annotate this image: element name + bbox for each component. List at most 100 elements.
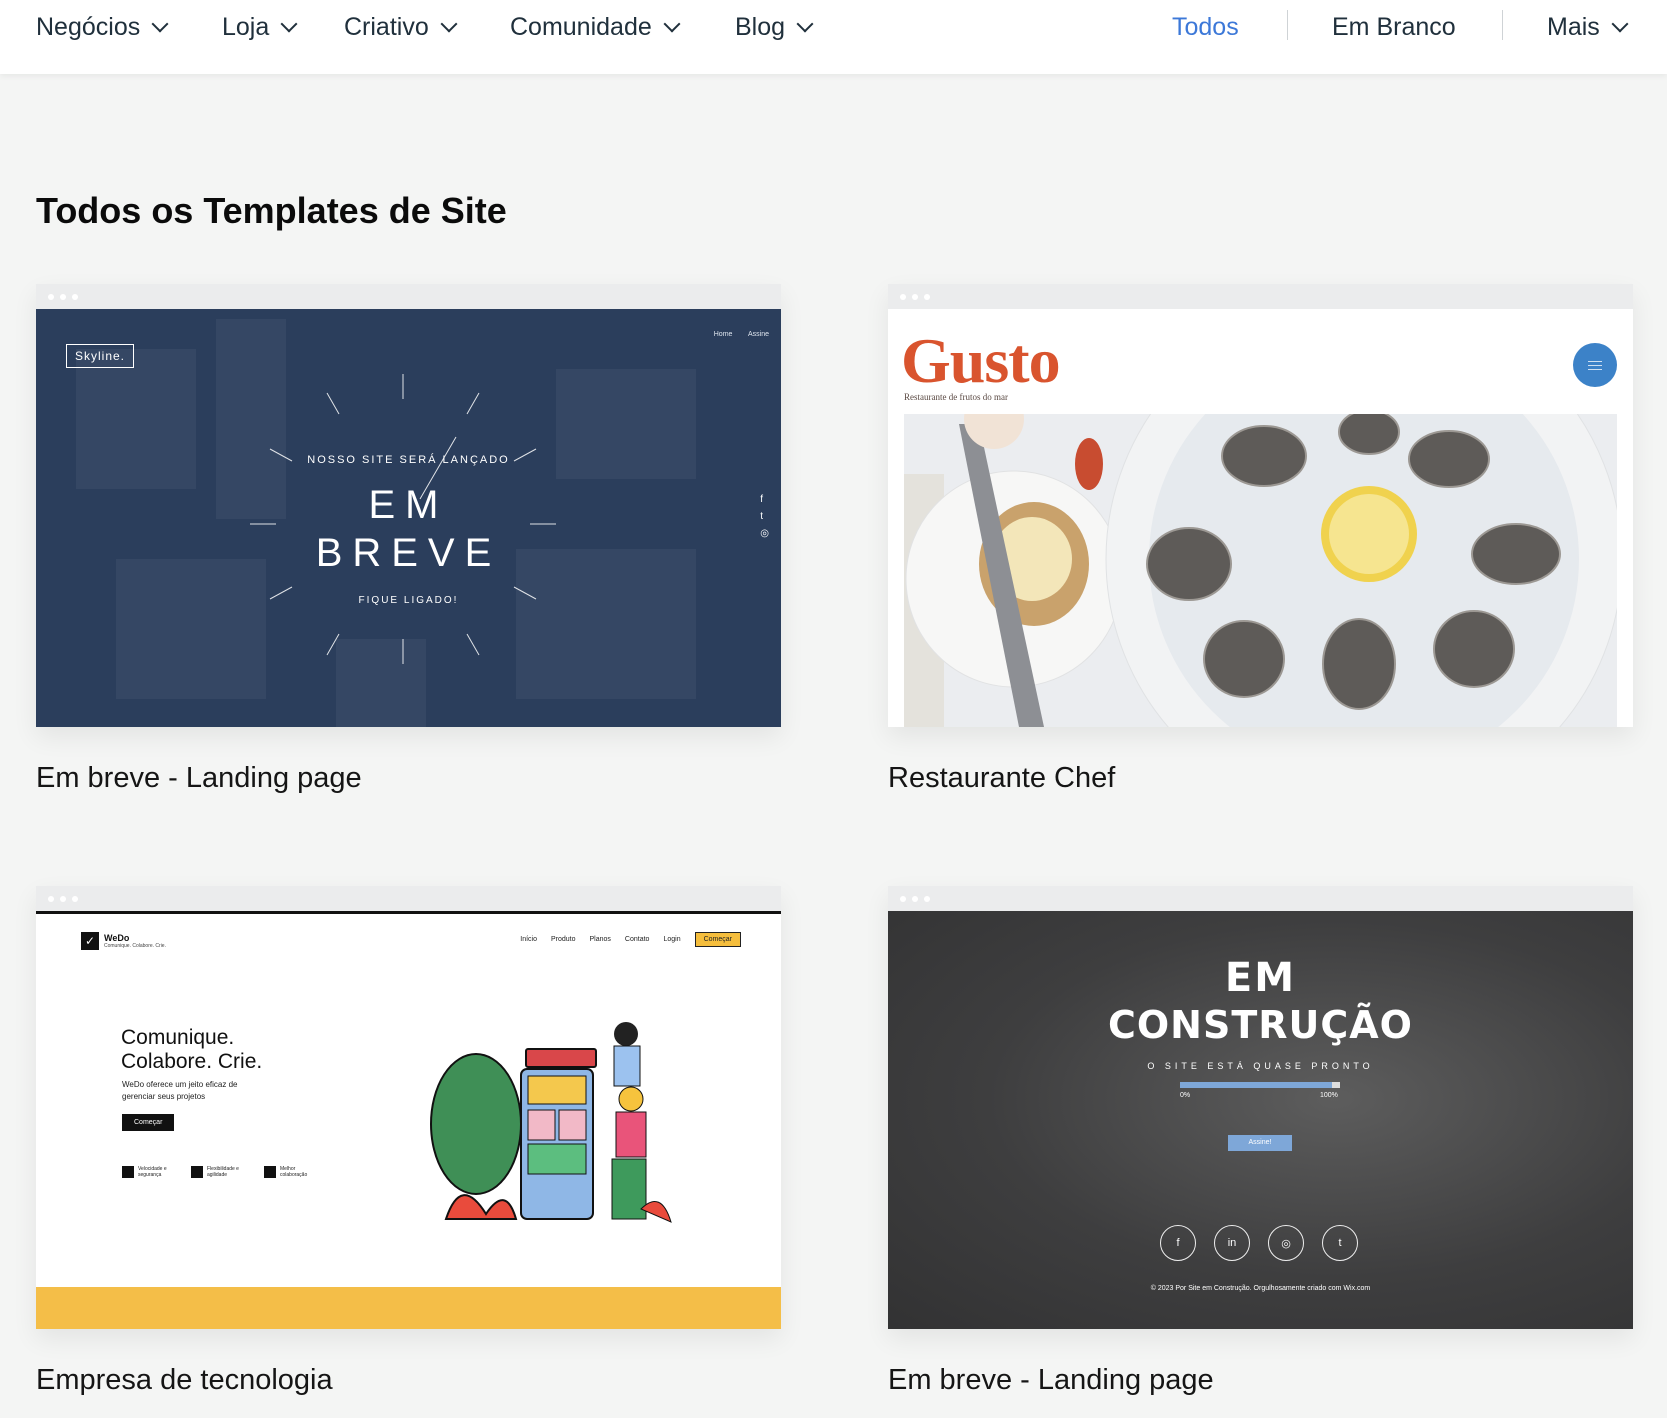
headline-line: EM <box>368 483 449 527</box>
nav-loja[interactable]: Loja <box>222 10 298 44</box>
chevron-down-icon <box>151 15 169 33</box>
preview-tagline: FIQUE LIGADO! <box>358 595 459 606</box>
window-dot <box>60 896 66 902</box>
feature-label: Flexibilidade e agilidade <box>207 1166 239 1178</box>
chevron-down-icon <box>1611 15 1629 33</box>
browser-bar <box>36 284 781 309</box>
twitter-icon: t <box>1322 1225 1358 1261</box>
window-dot <box>900 294 906 300</box>
template-thumbnail[interactable]: ✓ WeDo Comunique. Colabore. Crie. Início… <box>36 886 781 1329</box>
browser-bar <box>36 886 781 911</box>
instagram-icon: ◎ <box>1268 1225 1304 1261</box>
filter-em-branco[interactable]: Em Branco <box>1332 10 1456 44</box>
preview-screen: Gusto Restaurante de frutos do mar <box>888 309 1633 727</box>
chevron-down-icon <box>440 15 458 33</box>
window-dot <box>72 294 78 300</box>
template-card[interactable]: ✓ WeDo Comunique. Colabore. Crie. Início… <box>36 886 781 1396</box>
preview-cta: Começar <box>694 932 741 947</box>
preview-social: f t ◎ <box>760 494 769 539</box>
preview-paragraph: WeDo oferece um jeito eficaz de gerencia… <box>122 1080 238 1101</box>
nav-mais[interactable]: Mais <box>1547 10 1629 44</box>
nav-blog[interactable]: Blog <box>735 10 814 44</box>
collab-icon <box>264 1166 276 1178</box>
template-card[interactable]: Gusto Restaurante de frutos do mar Resta… <box>888 284 1633 794</box>
window-dot <box>912 896 918 902</box>
preview-logo: Skyline. <box>66 344 135 368</box>
nav-divider <box>1287 10 1288 40</box>
nav-negocios[interactable]: Negócios <box>36 10 169 44</box>
square-icon <box>191 1166 203 1178</box>
feature-label: Velocidade e segurança <box>138 1166 167 1178</box>
preview-feature: Flexibilidade e agilidade <box>191 1166 247 1178</box>
window-dot <box>60 294 66 300</box>
preview-subtitle: NOSSO SITE SERÁ LANÇADO <box>307 454 510 466</box>
preview-screen: EM CONSTRUÇÃO O SITE ESTÁ QUASE PRONTO 0… <box>888 911 1633 1329</box>
browser-bar <box>888 886 1633 911</box>
preview-nav-item: Início <box>520 936 537 943</box>
template-thumbnail[interactable]: EM CONSTRUÇÃO O SITE ESTÁ QUASE PRONTO 0… <box>888 886 1633 1329</box>
nav-label: Mais <box>1547 12 1600 41</box>
lock-icon <box>122 1166 134 1178</box>
preview-nav-item: Planos <box>589 936 611 943</box>
facebook-icon: f <box>760 494 764 505</box>
nav-divider <box>1502 10 1503 40</box>
oysters-illustration <box>904 414 1617 727</box>
template-title[interactable]: Em breve - Landing page <box>888 1364 1214 1397</box>
nav-comunidade[interactable]: Comunidade <box>510 10 681 44</box>
top-nav: Negócios Loja Criativo Comunidade Blog T… <box>0 0 1667 74</box>
preview-nav-item: Login <box>663 936 681 943</box>
nav-label: Loja <box>222 12 270 41</box>
headline-line: BREVE <box>315 531 502 575</box>
progress-fill <box>1180 1082 1332 1088</box>
browser-bar <box>888 284 1633 309</box>
filter-label: Em Branco <box>1332 12 1456 41</box>
preview-nav-item: Produto <box>550 936 576 943</box>
preview-headline: CONSTRUÇÃO <box>1107 1003 1413 1047</box>
food-photo <box>904 414 1617 727</box>
filter-label: Todos <box>1172 12 1239 41</box>
team-illustration <box>430 1022 672 1223</box>
preview-nav-item: Contato <box>624 936 650 943</box>
preview-nav: Início Produto Planos Contato Login Come… <box>520 932 741 947</box>
progress-bar <box>1180 1082 1340 1088</box>
template-title[interactable]: Em breve - Landing page <box>36 762 362 795</box>
headline-line: Colabore. Crie. <box>121 1050 263 1073</box>
preview-logo: Gusto <box>901 325 1061 396</box>
nav-criativo[interactable]: Criativo <box>344 10 458 44</box>
preview-button: Começar <box>122 1114 175 1131</box>
menu-icon <box>1573 343 1617 387</box>
preview-screen: ✓ WeDo Comunique. Colabore. Crie. Início… <box>36 911 781 1329</box>
preview-logo: ✓ WeDo Comunique. Colabore. Crie. <box>81 932 166 950</box>
template-card[interactable]: EM CONSTRUÇÃO O SITE ESTÁ QUASE PRONTO 0… <box>888 886 1633 1396</box>
template-thumbnail[interactable]: Gusto Restaurante de frutos do mar <box>888 284 1633 727</box>
preview-brand-tagline: Comunique. Colabore. Crie. <box>104 943 166 949</box>
progress-min-label: 0% <box>1180 1092 1191 1099</box>
preview-footer: © 2023 Por Site em Construção. Orgulhosa… <box>1150 1285 1371 1292</box>
template-card[interactable]: Skyline. Home Assine NOSSO SITE SERÁ LAN… <box>36 284 781 794</box>
template-title[interactable]: Restaurante Chef <box>888 762 1115 795</box>
preview-subscribe-button: Assine! <box>1228 1135 1292 1151</box>
preview-nav: Home Assine <box>713 331 769 338</box>
template-title[interactable]: Empresa de tecnologia <box>36 1364 333 1397</box>
chevron-down-icon <box>280 15 298 33</box>
preview-feature: Velocidade e segurança <box>122 1166 174 1178</box>
preview-screen: Skyline. Home Assine NOSSO SITE SERÁ LAN… <box>36 309 781 727</box>
feature-label: Melhor colaboração <box>280 1166 308 1178</box>
progress-max-label: 100% <box>1320 1092 1338 1099</box>
nav-label: Blog <box>735 12 786 41</box>
preview-headline: EM BREVE <box>36 481 781 577</box>
template-thumbnail[interactable]: Skyline. Home Assine NOSSO SITE SERÁ LAN… <box>36 284 781 727</box>
chevron-down-icon <box>796 15 814 33</box>
chevron-down-icon <box>663 15 681 33</box>
preview-tagline: Restaurante de frutos do mar <box>904 392 1008 402</box>
nav-label: Criativo <box>344 12 429 41</box>
window-dot <box>924 896 930 902</box>
headline-line: Comunique. <box>121 1026 235 1049</box>
window-dot <box>72 896 78 902</box>
twitter-icon: t <box>760 511 764 522</box>
instagram-icon: ◎ <box>760 528 769 539</box>
filter-todos[interactable]: Todos <box>1172 10 1239 44</box>
page-title: Todos os Templates de Site <box>36 190 507 231</box>
preview-subtitle: O SITE ESTÁ QUASE PRONTO <box>1147 1061 1374 1071</box>
preview-footer-band <box>36 1287 781 1329</box>
